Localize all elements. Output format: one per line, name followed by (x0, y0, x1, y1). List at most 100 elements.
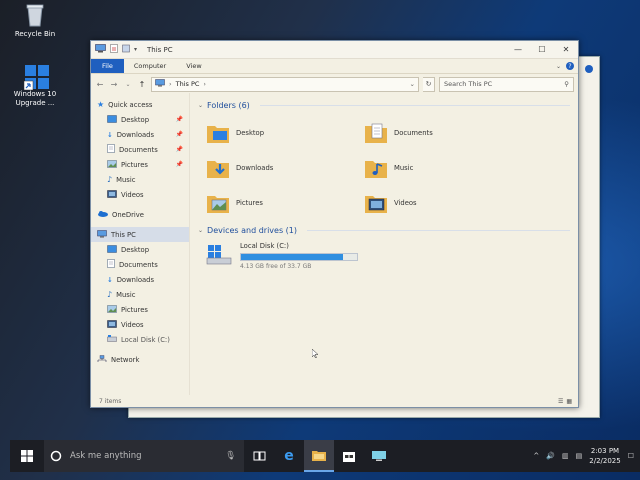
large-icons-view-icon[interactable]: ▦ (566, 398, 572, 405)
desktop-icon-label-line2: Upgrade ... (15, 99, 55, 107)
nav-label: Pictures (121, 160, 148, 169)
file-explorer-window[interactable]: ▾ This PC — ☐ ✕ File Computer View ⌄ ? ←… (90, 40, 579, 408)
documents-folder-icon (365, 123, 387, 143)
section-title: Folders (6) (207, 100, 250, 110)
folder-documents[interactable]: Documents (364, 117, 522, 148)
new-folder-icon[interactable] (122, 44, 130, 55)
pictures-folder-icon (207, 195, 229, 213)
pictures-icon (107, 304, 117, 315)
desktop-icon-recycle-bin[interactable]: Recycle Bin (10, 2, 60, 39)
nav-pc-documents[interactable]: Documents (91, 257, 189, 272)
taskbar-store[interactable] (334, 440, 364, 472)
tab-file[interactable]: File (91, 59, 124, 73)
address-dropdown-icon[interactable]: ⌄ (410, 80, 415, 88)
nav-quick-access[interactable]: ★ Quick access (91, 97, 189, 112)
network-icon[interactable]: ▥ (562, 452, 569, 460)
notifications-icon[interactable]: ☐ (628, 452, 634, 460)
nav-pc-pictures[interactable]: Pictures (91, 302, 189, 317)
folder-downloads[interactable]: Downloads (206, 152, 364, 183)
taskbar-edge[interactable]: e (274, 440, 304, 472)
star-icon: ★ (97, 100, 105, 109)
folder-label: Downloads (236, 163, 274, 172)
nav-pc-downloads[interactable]: ↓ Downloads (91, 272, 189, 287)
nav-quick-music[interactable]: ♪ Music (91, 172, 189, 187)
nav-pc-desktop[interactable]: Desktop (91, 242, 189, 257)
nav-this-pc[interactable]: This PC (91, 227, 189, 242)
search-placeholder: Search This PC (444, 80, 493, 88)
folder-music[interactable]: Music (364, 152, 522, 183)
quick-access-toolbar: ▾ (91, 44, 137, 55)
pin-icon: 📌 (175, 116, 183, 123)
folder-videos[interactable]: Videos (364, 187, 522, 218)
videos-icon (107, 189, 117, 200)
help-icon[interactable]: ? (566, 62, 574, 70)
nav-label: Music (116, 290, 136, 299)
clock[interactable]: 2:03 PM 2/2/2025 (589, 446, 620, 466)
nav-quick-pictures[interactable]: Pictures 📌 (91, 157, 189, 172)
downloads-folder-icon (207, 160, 229, 178)
taskbar: Ask me anything 🎙 e ^ 🔊 ▥ ▤ 2:03 PM 2/2/… (10, 440, 640, 472)
nav-onedrive[interactable]: OneDrive (91, 207, 189, 222)
nav-pc-local-disk[interactable]: Local Disk (C:) (91, 332, 189, 347)
address-path-this-pc[interactable]: This PC (176, 80, 200, 88)
address-field[interactable]: › This PC › ⌄ (151, 76, 419, 92)
pictures-icon (107, 159, 117, 170)
nav-label: This PC (111, 230, 136, 239)
folder-desktop[interactable]: Desktop (206, 117, 364, 148)
this-pc-icon (97, 229, 107, 240)
search-box[interactable]: Search This PC ⚲ (439, 76, 574, 92)
microphone-icon[interactable]: 🎙 (225, 451, 236, 461)
navigation-pane: ★ Quick access Desktop 📌 ↓ Downloads 📌 D… (91, 93, 190, 395)
clock-time: 2:03 PM (590, 447, 620, 455)
folder-label: Desktop (236, 128, 265, 137)
documents-icon (107, 259, 115, 270)
tab-computer[interactable]: Computer (124, 59, 176, 73)
task-view-button[interactable] (244, 440, 274, 472)
nav-quick-desktop[interactable]: Desktop 📌 (91, 112, 189, 127)
downloads-icon: ↓ (107, 130, 113, 139)
properties-icon[interactable] (110, 44, 118, 55)
recent-locations-icon[interactable]: ⌄ (123, 81, 133, 88)
refresh-icon[interactable]: ↻ (423, 76, 435, 92)
back-arrow-icon[interactable]: ← (95, 80, 105, 89)
drive-local-disk[interactable]: Local Disk (C:) 4.13 GB free of 33.7 GB (206, 242, 570, 270)
nav-label: Documents (119, 145, 158, 154)
tab-view[interactable]: View (176, 59, 211, 73)
system-tray: ^ 🔊 ▥ ▤ 2:03 PM 2/2/2025 ☐ (533, 446, 640, 466)
nav-label: Videos (121, 320, 144, 329)
task-view-icon (253, 451, 265, 461)
item-count: 7 items (99, 397, 122, 405)
taskbar-file-explorer[interactable] (304, 440, 334, 472)
expand-ribbon-icon[interactable]: ⌄ (556, 63, 561, 70)
help-icon[interactable] (585, 65, 593, 73)
customize-toolbar-icon[interactable]: ▾ (134, 46, 137, 53)
show-hidden-icons-icon[interactable]: ^ (533, 452, 539, 460)
minimize-button[interactable]: — (506, 41, 530, 58)
volume-icon[interactable]: 🔊 (546, 452, 555, 460)
nav-network[interactable]: Network (91, 352, 189, 367)
devices-section-header[interactable]: ⌄ Devices and drives (1) (198, 224, 570, 236)
drive-label: Local Disk (C:) (240, 242, 289, 250)
title-bar[interactable]: ▾ This PC — ☐ ✕ (91, 41, 578, 59)
folder-pictures[interactable]: Pictures (206, 187, 364, 218)
cortana-circle-icon (50, 450, 62, 462)
videos-folder-icon (365, 195, 387, 213)
nav-quick-videos[interactable]: Videos (91, 187, 189, 202)
nav-quick-documents[interactable]: Documents 📌 (91, 142, 189, 157)
details-view-icon[interactable]: ☰ (558, 398, 563, 405)
action-center-icon[interactable]: ▤ (576, 452, 583, 460)
taskbar-app[interactable] (364, 440, 394, 472)
nav-label: Downloads (116, 130, 155, 139)
nav-pc-music[interactable]: ♪ Music (91, 287, 189, 302)
nav-pc-videos[interactable]: Videos (91, 317, 189, 332)
folders-section-header[interactable]: ⌄ Folders (6) (198, 99, 570, 111)
maximize-button[interactable]: ☐ (530, 41, 554, 58)
network-icon (97, 354, 107, 365)
desktop-icon-windows-10-upgrade[interactable]: Windows 10 Upgrade ... (10, 62, 60, 108)
forward-arrow-icon[interactable]: → (109, 80, 119, 89)
up-arrow-icon[interactable]: ↑ (137, 80, 147, 89)
cortana-search-box[interactable]: Ask me anything 🎙 (44, 440, 244, 472)
close-button[interactable]: ✕ (554, 41, 578, 58)
start-button[interactable] (10, 440, 44, 472)
nav-quick-downloads[interactable]: ↓ Downloads 📌 (91, 127, 189, 142)
